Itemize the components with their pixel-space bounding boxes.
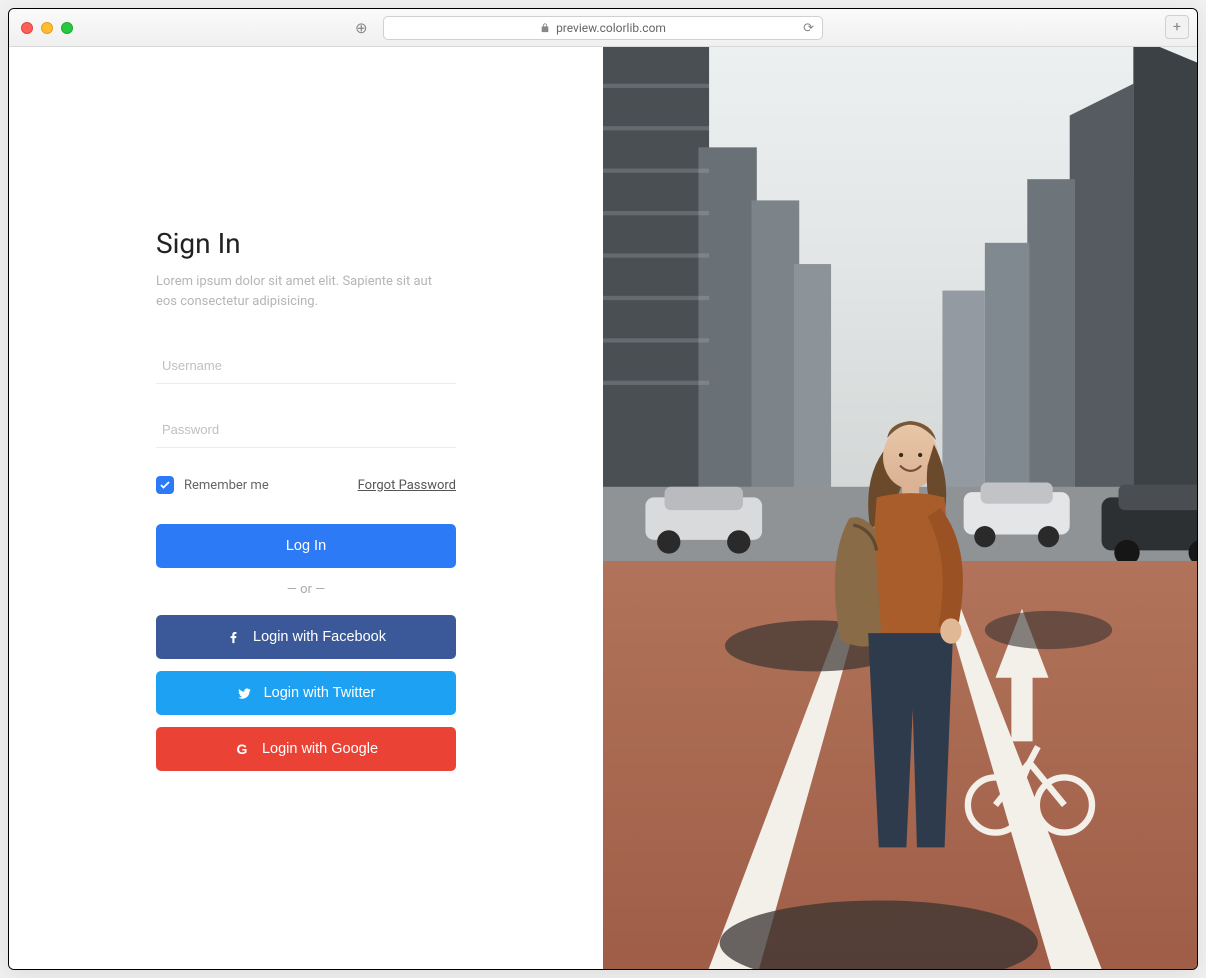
login-button-label: Log In	[286, 538, 326, 554]
remember-me-checkbox[interactable]: Remember me	[156, 476, 269, 494]
reload-icon[interactable]: ⟳	[803, 21, 814, 36]
login-button[interactable]: Log In	[156, 524, 456, 568]
forgot-password-link[interactable]: Forgot Password	[358, 478, 456, 493]
username-field-wrap	[156, 348, 456, 384]
twitter-button-label: Login with Twitter	[264, 685, 376, 701]
remember-me-label: Remember me	[184, 478, 269, 493]
new-tab-button[interactable]: +	[1165, 15, 1189, 39]
share-icon[interactable]: ⊕	[355, 19, 368, 37]
separator-text: — or —	[156, 582, 456, 597]
signin-form: Sign In Lorem ipsum dolor sit amet elit.…	[156, 227, 456, 783]
checkbox-checked-icon	[156, 476, 174, 494]
facebook-icon	[226, 630, 241, 645]
facebook-button-label: Login with Facebook	[253, 629, 386, 645]
login-twitter-button[interactable]: Login with Twitter	[156, 671, 456, 715]
address-bar[interactable]: preview.colorlib.com ⟳	[383, 16, 823, 40]
maximize-window-button[interactable]	[61, 22, 73, 34]
close-window-button[interactable]	[21, 22, 33, 34]
twitter-icon	[237, 686, 252, 701]
username-input[interactable]	[156, 348, 456, 384]
lock-icon	[540, 23, 550, 33]
page-content: Sign In Lorem ipsum dolor sit amet elit.…	[9, 47, 1197, 969]
url-text: preview.colorlib.com	[556, 21, 666, 35]
password-field-wrap	[156, 412, 456, 448]
google-button-label: Login with Google	[262, 741, 378, 757]
hero-image	[603, 47, 1197, 969]
password-input[interactable]	[156, 412, 456, 448]
hero-image-panel	[603, 47, 1197, 969]
minimize-window-button[interactable]	[41, 22, 53, 34]
login-facebook-button[interactable]: Login with Facebook	[156, 615, 456, 659]
browser-window: ⊕ preview.colorlib.com ⟳ + Sign In Lorem…	[8, 8, 1198, 970]
titlebar: ⊕ preview.colorlib.com ⟳ +	[9, 9, 1197, 47]
google-icon: G	[234, 741, 250, 757]
page-title: Sign In	[156, 227, 456, 260]
page-subtitle: Lorem ipsum dolor sit amet elit. Sapient…	[156, 272, 456, 312]
signin-panel: Sign In Lorem ipsum dolor sit amet elit.…	[9, 47, 603, 969]
login-google-button[interactable]: G Login with Google	[156, 727, 456, 771]
